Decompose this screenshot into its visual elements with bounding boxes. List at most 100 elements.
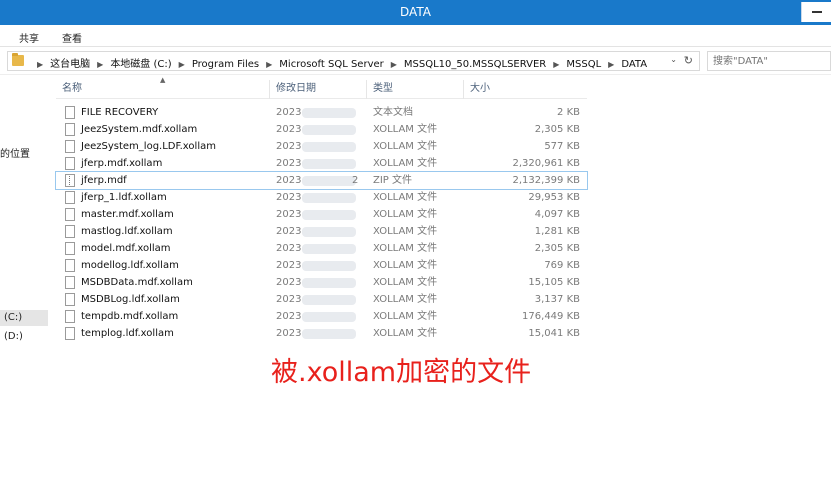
file-row[interactable]: FILE RECOVERY 2023- 文本文档 2 KB — [56, 104, 587, 121]
file-row[interactable]: model.mdf.xollam 2023- XOLLAM 文件 2,305 KB — [56, 240, 587, 257]
tab-view[interactable]: 查看 — [62, 30, 82, 45]
file-name: MSDBLog.ldf.xollam — [81, 294, 180, 305]
file-row[interactable]: templog.ldf.xollam 2023- XOLLAM 文件 15,041 K… — [56, 325, 587, 342]
file-type: ZIP 文件 — [373, 175, 413, 186]
chevron-right-icon[interactable]: ▶ — [266, 60, 272, 69]
file-size: 2 KB — [557, 107, 580, 118]
file-date: 2023- — [276, 328, 306, 339]
breadcrumb-sql-server[interactable]: Microsoft SQL Server — [279, 59, 383, 70]
file-size: 29,953 KB — [528, 192, 580, 203]
file-type: XOLLAM 文件 — [373, 141, 438, 152]
file-type: XOLLAM 文件 — [373, 294, 438, 305]
file-date: 2023- — [276, 311, 306, 322]
breadcrumb-mssqlserver[interactable]: MSSQL10_50.MSSQLSERVER — [404, 59, 546, 70]
file-icon — [65, 191, 75, 204]
chevron-down-icon[interactable]: ⌄ — [670, 55, 677, 64]
chevron-right-icon[interactable]: ▶ — [37, 60, 43, 69]
file-row[interactable]: jferp_1.ldf.xollam 2023- XOLLAM 文件 29,953 K… — [56, 189, 587, 206]
breadcrumb-mssql[interactable]: MSSQL — [566, 59, 601, 70]
file-row-selected[interactable]: jferp.mdf 2023- 2 ZIP 文件 2,132,399 KB — [55, 171, 588, 190]
file-date: 2023- — [276, 124, 306, 135]
chevron-right-icon[interactable]: ▶ — [553, 60, 559, 69]
tab-share[interactable]: 共享 — [19, 30, 39, 45]
breadcrumb: ▶ 这台电脑 ▶ 本地磁盘 (C:) ▶ Program Files ▶ Microsoft … — [30, 55, 647, 70]
file-date-tail: 2 — [352, 175, 359, 186]
nav-item-drive-d[interactable]: (D:) — [0, 331, 23, 342]
file-date: 2023- — [276, 175, 306, 186]
file-row[interactable]: modellog.ldf.xollam 2023- XOLLAM 文件 769 KB — [56, 257, 587, 274]
file-type: XOLLAM 文件 — [373, 243, 438, 254]
file-name: tempdb.mdf.xollam — [81, 311, 179, 322]
breadcrumb-local-disk[interactable]: 本地磁盘 (C:) — [110, 59, 171, 70]
file-name: model.mdf.xollam — [81, 243, 171, 254]
file-icon — [65, 157, 75, 170]
file-name: templog.ldf.xollam — [81, 328, 174, 339]
file-type: XOLLAM 文件 — [373, 124, 438, 135]
column-header-type[interactable]: 类型 — [367, 80, 464, 99]
redacted-date — [302, 244, 356, 254]
file-row[interactable]: JeezSystem.mdf.xollam 2023- XOLLAM 文件 2,305… — [56, 121, 587, 138]
file-name: MSDBData.mdf.xollam — [81, 277, 193, 288]
file-row[interactable]: tempdb.mdf.xollam 2023- XOLLAM 文件 176,449 K… — [56, 308, 587, 325]
file-type: XOLLAM 文件 — [373, 209, 438, 220]
file-date: 2023- — [276, 226, 306, 237]
annotation-caption: 被.xollam加密的文件 — [271, 357, 532, 388]
breadcrumb-this-pc[interactable]: 这台电脑 — [50, 59, 90, 70]
breadcrumb-data[interactable]: DATA — [621, 59, 647, 70]
column-header-name[interactable]: 名称 — [56, 80, 270, 99]
redacted-date — [302, 125, 356, 135]
breadcrumb-program-files[interactable]: Program Files — [192, 59, 259, 70]
chevron-right-icon[interactable]: ▶ — [391, 60, 397, 69]
nav-item-drive-c[interactable]: (C:) — [0, 310, 48, 326]
file-row[interactable]: mastlog.ldf.xollam 2023- XOLLAM 文件 1,281 KB — [56, 223, 587, 240]
file-type: XOLLAM 文件 — [373, 311, 438, 322]
file-icon — [65, 225, 75, 238]
search-box[interactable] — [707, 51, 831, 71]
file-icon — [65, 259, 75, 272]
redacted-date — [302, 261, 356, 271]
file-row[interactable]: master.mdf.xollam 2023- XOLLAM 文件 4,097 KB — [56, 206, 587, 223]
file-row[interactable]: MSDBData.mdf.xollam 2023- XOLLAM 文件 15,105 … — [56, 274, 587, 291]
file-row[interactable]: MSDBLog.ldf.xollam 2023- XOLLAM 文件 3,137 KB — [56, 291, 587, 308]
file-size: 15,041 KB — [528, 328, 580, 339]
file-type: XOLLAM 文件 — [373, 192, 438, 203]
column-header-modified[interactable]: 修改日期 — [270, 80, 367, 99]
search-input[interactable] — [708, 52, 830, 70]
ribbon-tabs: 共享 查看 — [0, 25, 831, 47]
redacted-date — [302, 176, 356, 186]
redacted-date — [302, 227, 356, 237]
file-name: FILE RECOVERY — [81, 107, 159, 118]
file-type: XOLLAM 文件 — [373, 328, 438, 339]
file-date: 2023- — [276, 209, 306, 220]
file-size: 15,105 KB — [528, 277, 580, 288]
file-date: 2023- — [276, 277, 306, 288]
window-title: DATA — [400, 5, 431, 19]
file-icon — [65, 276, 75, 289]
chevron-right-icon[interactable]: ▶ — [608, 60, 614, 69]
redacted-date — [302, 278, 356, 288]
redacted-date — [302, 295, 356, 305]
file-type: XOLLAM 文件 — [373, 260, 438, 271]
redacted-date — [302, 312, 356, 322]
file-name: jferp.mdf — [81, 175, 127, 186]
file-name: modellog.ldf.xollam — [81, 260, 179, 271]
minimize-button[interactable] — [801, 2, 831, 22]
file-icon — [65, 208, 75, 221]
file-row[interactable]: jferp.mdf.xollam 2023- XOLLAM 文件 2,320,961 … — [56, 155, 587, 172]
file-type: 文本文档 — [373, 107, 413, 118]
refresh-icon[interactable]: ↻ — [684, 54, 693, 67]
navigation-pane: 的位置 (C:) (D:) — [0, 75, 50, 500]
nav-item-locations[interactable]: 的位置 — [0, 145, 30, 160]
file-name: master.mdf.xollam — [81, 209, 174, 220]
file-size: 1,281 KB — [534, 226, 580, 237]
chevron-right-icon[interactable]: ▶ — [97, 60, 103, 69]
column-header-size[interactable]: 大小 — [464, 80, 587, 99]
file-row[interactable]: JeezSystem_log.LDF.xollam 2023- XOLLAM 文件 5… — [56, 138, 587, 155]
file-icon — [65, 140, 75, 153]
file-size: 176,449 KB — [522, 311, 580, 322]
address-bar[interactable]: ▶ 这台电脑 ▶ 本地磁盘 (C:) ▶ Program Files ▶ Microsoft … — [7, 51, 700, 71]
redacted-date — [302, 142, 356, 152]
redacted-date — [302, 159, 356, 169]
file-size: 2,320,961 KB — [512, 158, 581, 169]
chevron-right-icon[interactable]: ▶ — [179, 60, 185, 69]
